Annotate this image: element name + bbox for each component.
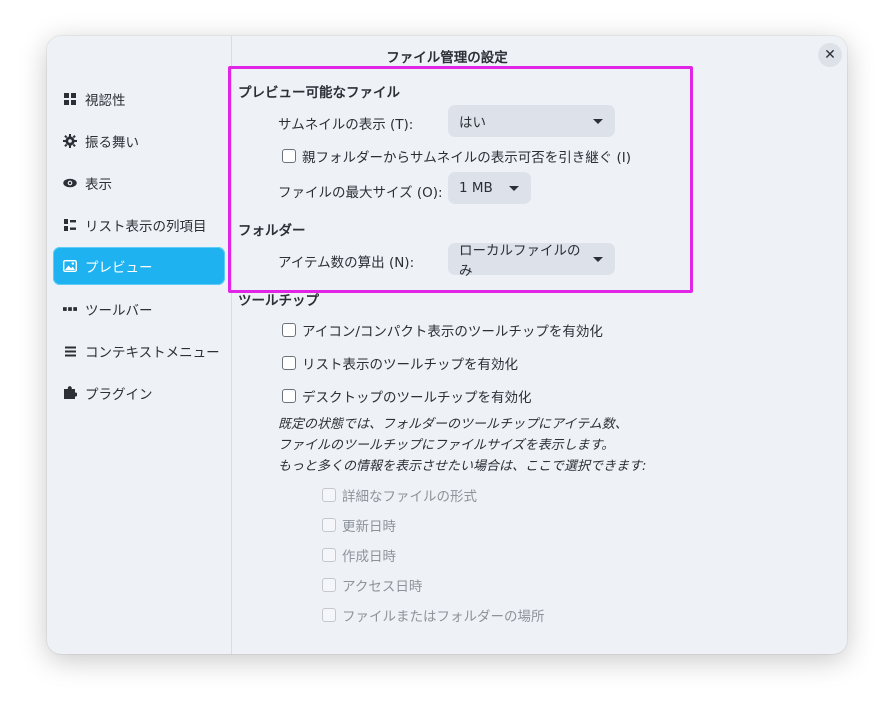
item-count-value: ローカルファイルのみ [459, 243, 581, 279]
sidebar-item-display[interactable]: 表示 [53, 164, 225, 202]
eye-icon [63, 176, 77, 190]
detail-accessed-checkbox: アクセス日時 [322, 575, 422, 595]
folder-section-heading: フォルダー [238, 223, 306, 239]
thumbnail-value: はい [459, 115, 486, 131]
detail-modified-label: 更新日時 [342, 519, 396, 535]
checkbox-box[interactable] [282, 149, 296, 163]
detail-file-type-label: 詳細なファイルの形式 [342, 489, 477, 505]
max-size-dropdown[interactable]: 1 MB [448, 172, 531, 204]
sidebar-item-label: リスト表示の列項目 [85, 219, 207, 235]
item-count-dropdown[interactable]: ローカルファイルのみ [448, 243, 615, 279]
list-view-tooltip-label: リスト表示のツールチップを有効化 [302, 357, 518, 373]
checkbox-box [322, 608, 336, 622]
max-size-value: 1 MB [459, 180, 493, 196]
item-count-label: アイテム数の算出 (N): [278, 255, 415, 271]
detail-location-checkbox: ファイルまたはフォルダーの場所 [322, 605, 545, 625]
sidebar-item-label: 表示 [85, 177, 112, 193]
list-icon [63, 344, 77, 358]
tooltip-note-line: 既定の状態では、フォルダーのツールチップにアイテム数、 [278, 417, 628, 432]
icon-compact-tooltip-label: アイコン/コンパクト表示のツールチップを有効化 [302, 324, 603, 340]
sidebar-item-toolbar[interactable]: ツールバー [53, 290, 225, 328]
icon-compact-tooltip-checkbox[interactable]: アイコン/コンパクト表示のツールチップを有効化 [282, 320, 603, 340]
sidebar-item-context-menu[interactable]: コンテキストメニュー [53, 332, 225, 370]
checkbox-box [322, 488, 336, 502]
desktop-tooltip-label: デスクトップのツールチップを有効化 [302, 390, 532, 406]
chevron-down-icon [509, 185, 519, 191]
grid-icon [63, 92, 77, 106]
max-size-label: ファイルの最大サイズ (O): [278, 185, 443, 201]
sidebar-item-label: コンテキストメニュー [85, 345, 220, 361]
list-view-tooltip-checkbox[interactable]: リスト表示のツールチップを有効化 [282, 353, 518, 373]
inherit-thumbnail-label: 親フォルダーからサムネイルの表示可否を引き継ぐ (I) [302, 150, 632, 166]
checkbox-box[interactable] [282, 356, 296, 370]
sidebar-item-label: プラグイン [85, 387, 153, 403]
thumbnail-label: サムネイルの表示 (T): [278, 117, 414, 133]
checkbox-box[interactable] [282, 323, 296, 337]
puzzle-icon [63, 386, 77, 400]
inherit-thumbnail-checkbox[interactable]: 親フォルダーからサムネイルの表示可否を引き継ぐ (I) [282, 146, 631, 166]
checkbox-box[interactable] [282, 389, 296, 403]
checkbox-box [322, 518, 336, 532]
detail-modified-checkbox: 更新日時 [322, 515, 396, 535]
image-icon [63, 259, 77, 273]
tooltip-note-line: ファイルのツールチップにファイルサイズを表示します。 [278, 438, 615, 453]
gear-icon [63, 134, 77, 148]
preview-settings-panel: プレビュー可能なファイル サムネイルの表示 (T): はい 親フォルダーからサム… [232, 36, 847, 654]
detail-file-type-checkbox: 詳細なファイルの形式 [322, 485, 477, 505]
tooltip-section-heading: ツールチップ [238, 293, 319, 309]
sidebar-item-behavior[interactable]: 振る舞い [53, 122, 225, 160]
detail-accessed-label: アクセス日時 [342, 579, 423, 595]
detail-created-label: 作成日時 [342, 549, 396, 565]
sidebar-item-preview[interactable]: プレビュー [53, 247, 225, 285]
sidebar-item-list-columns[interactable]: リスト表示の列項目 [53, 206, 225, 244]
sidebar-item-plugins[interactable]: プラグイン [53, 374, 225, 412]
sidebar-item-label: ツールバー [85, 303, 153, 319]
sidebar-item-label: プレビュー [85, 260, 153, 276]
sidebar-item-label: 振る舞い [85, 135, 139, 151]
sidebar: 視認性 振る舞い 表示 リスト表示の列項目 プレビュー ツールバー コンテキスト… [47, 36, 232, 654]
tooltip-note-line: もっと多くの情報を表示させたい場合は、ここで選択できます: [278, 459, 647, 474]
sidebar-item-visibility[interactable]: 視認性 [53, 80, 225, 118]
settings-window: 視認性 振る舞い 表示 リスト表示の列項目 プレビュー ツールバー コンテキスト… [47, 36, 847, 654]
detail-created-checkbox: 作成日時 [322, 545, 396, 565]
thumbnail-dropdown[interactable]: はい [448, 105, 615, 137]
checkbox-box [322, 548, 336, 562]
dots-icon [63, 302, 77, 316]
chevron-down-icon [593, 118, 603, 124]
sidebar-item-label: 視認性 [85, 93, 126, 109]
desktop-tooltip-checkbox[interactable]: デスクトップのツールチップを有効化 [282, 386, 532, 406]
tooltip-note: 既定の状態では、フォルダーのツールチップにアイテム数、 ファイルのツールチップに… [278, 414, 646, 477]
preview-section-heading: プレビュー可能なファイル [238, 85, 400, 101]
chevron-down-icon [593, 256, 603, 262]
checkbox-box [322, 578, 336, 592]
columns-icon [63, 218, 77, 232]
detail-location-label: ファイルまたはフォルダーの場所 [342, 609, 545, 625]
